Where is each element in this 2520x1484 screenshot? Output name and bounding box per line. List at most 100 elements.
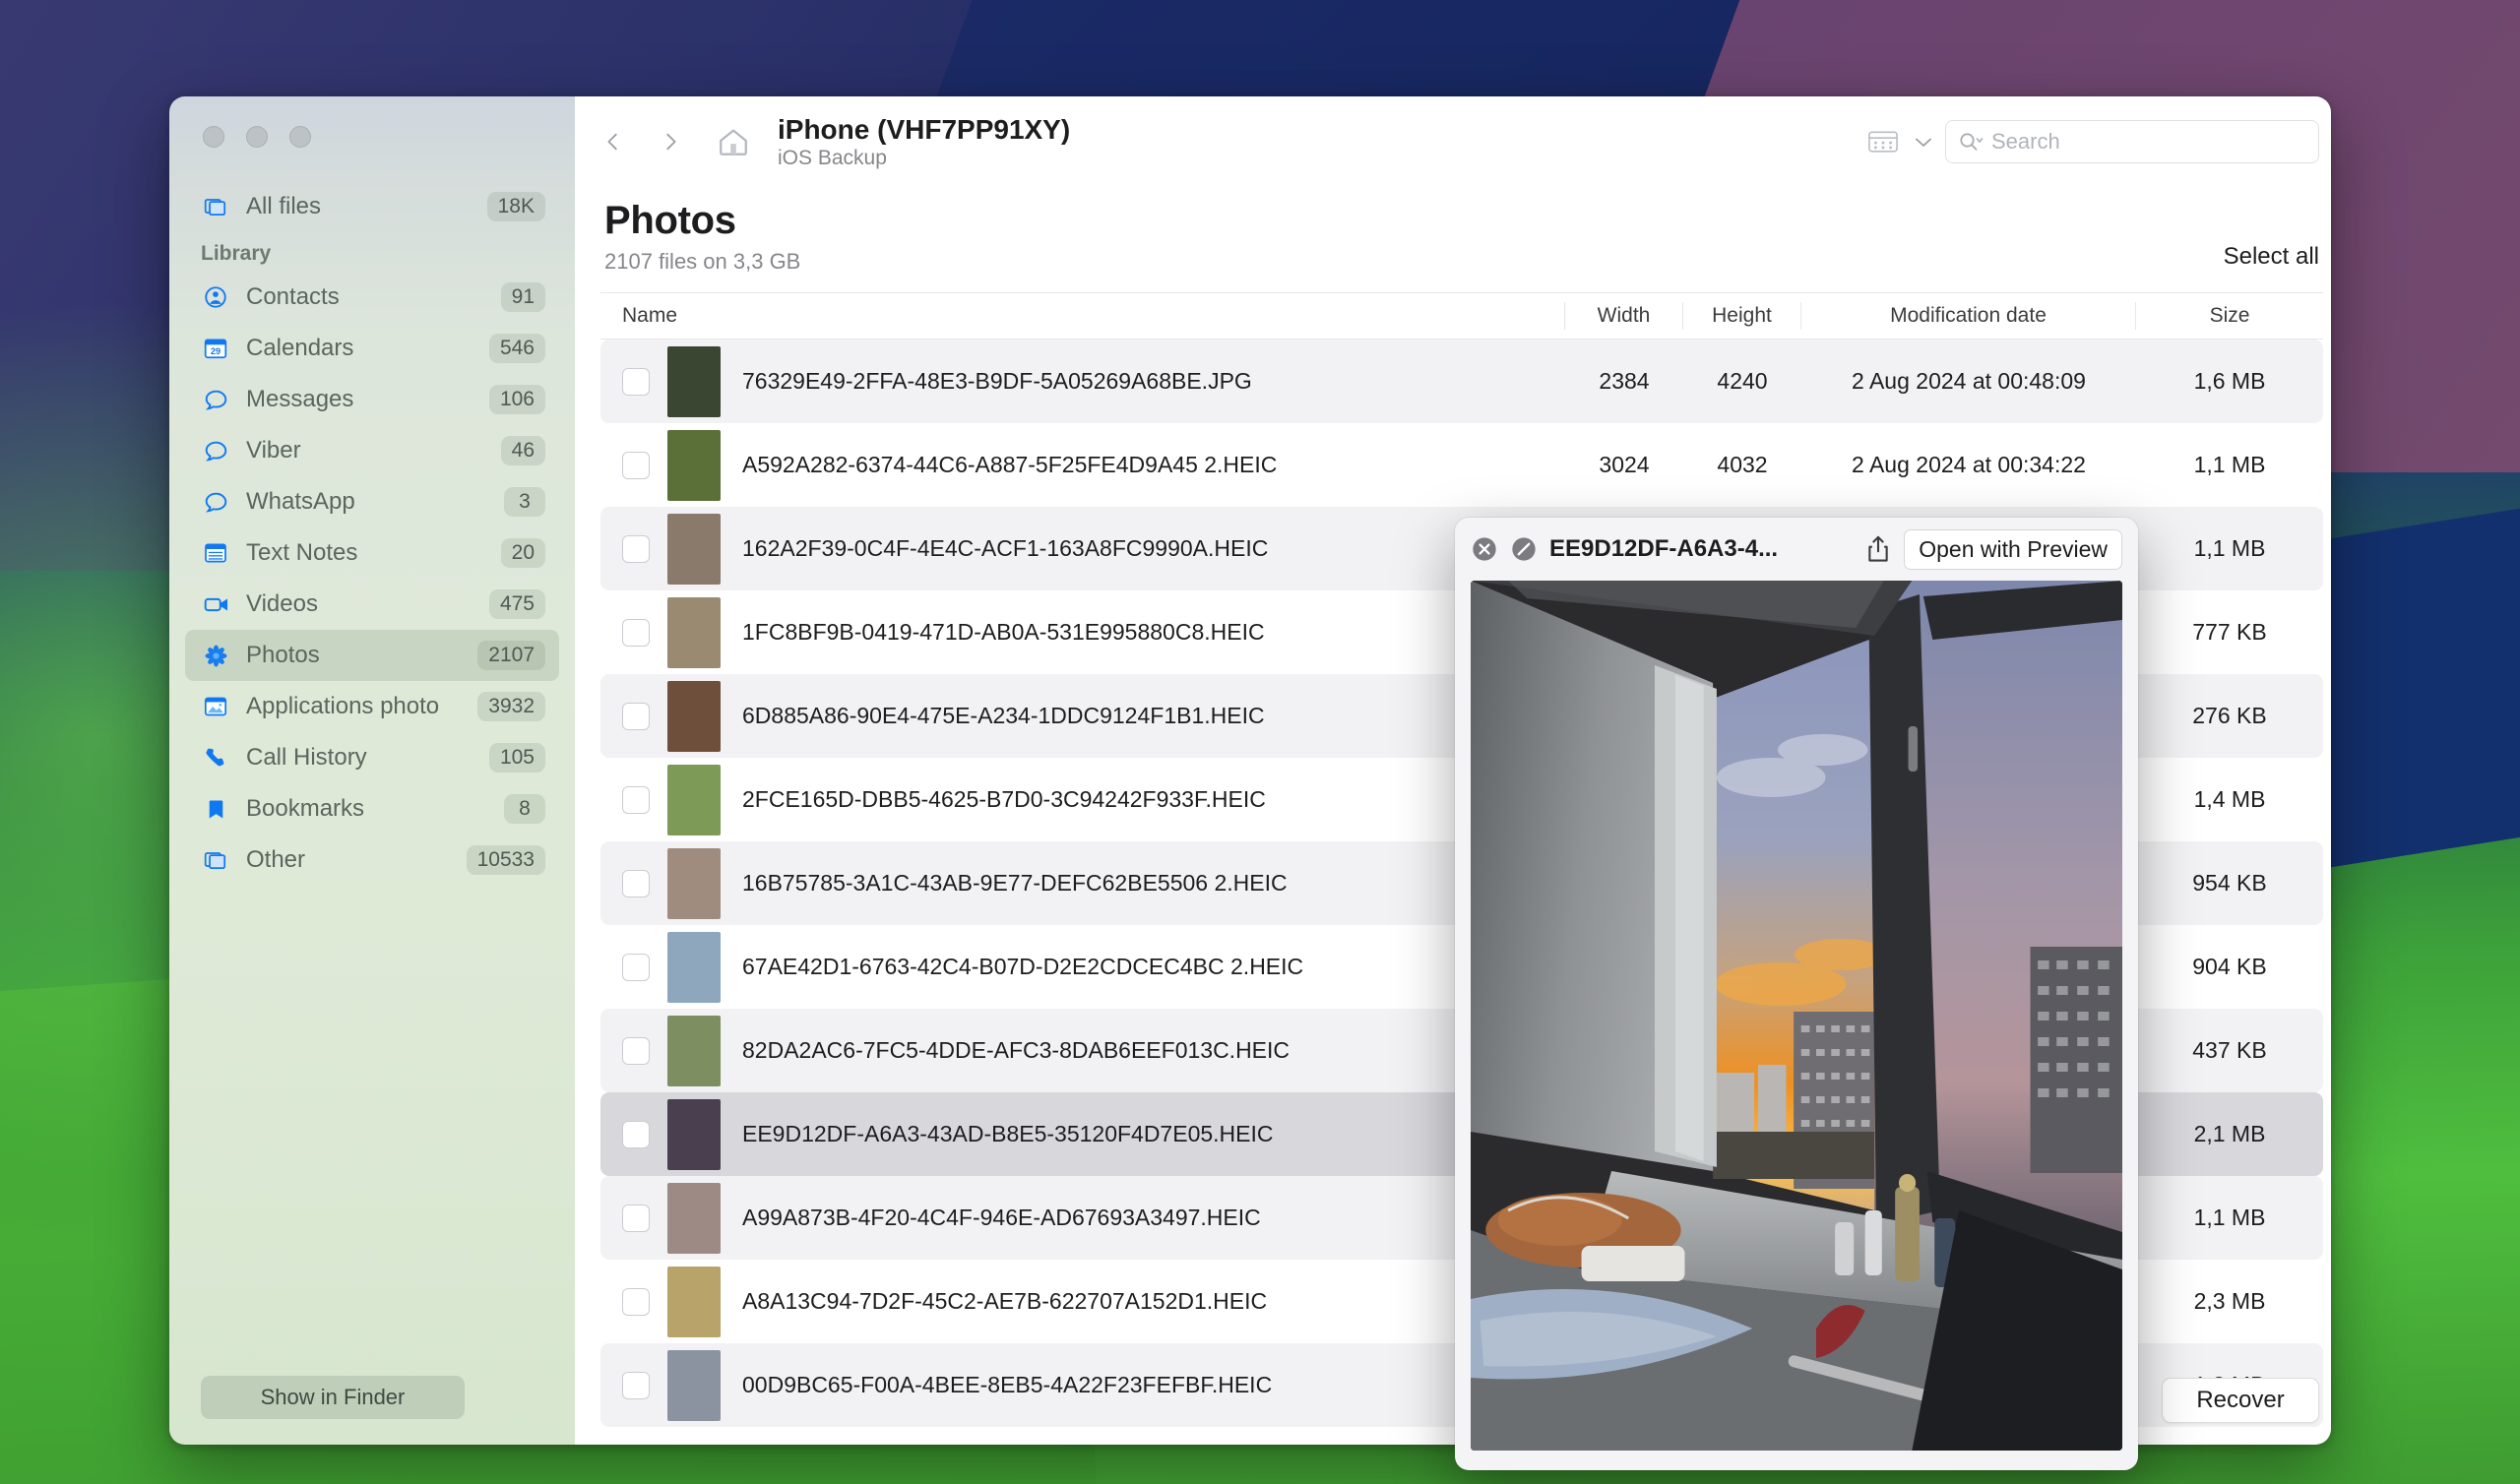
navigation-buttons (602, 131, 681, 153)
sidebar-item-count: 8 (504, 794, 545, 824)
cell-name: A8A13C94-7D2F-45C2-AE7B-622707A152D1.HEI… (600, 1266, 1565, 1337)
cell-name: 2FCE165D-DBB5-4625-B7D0-3C94242F933F.HEI… (600, 764, 1565, 835)
file-thumbnail (667, 1349, 721, 1421)
row-checkbox[interactable] (622, 1120, 650, 1148)
sidebar-item-whatsapp[interactable]: WhatsApp 3 (185, 476, 559, 527)
cell-name: 82DA2AC6-7FC5-4DDE-AFC3-8DAB6EEF013C.HEI… (600, 1015, 1565, 1086)
row-checkbox[interactable] (622, 451, 650, 479)
file-name: 00D9BC65-F00A-4BEE-8EB5-4A22F23FEFBF.HEI… (742, 1372, 1273, 1397)
row-checkbox[interactable] (622, 1287, 650, 1316)
cell-name: 00D9BC65-F00A-4BEE-8EB5-4A22F23FEFBF.HEI… (600, 1349, 1565, 1421)
sidebar-item-applications-photo[interactable]: Applications photo 3932 (185, 681, 559, 732)
video-camera-icon (201, 589, 230, 619)
app-photo-icon (201, 692, 230, 721)
sidebar-item-text-notes[interactable]: Text Notes 20 (185, 527, 559, 579)
sidebar-item-count: 105 (488, 743, 545, 773)
sidebar-item-bookmarks[interactable]: Bookmarks 8 (185, 783, 559, 835)
row-checkbox[interactable] (622, 1371, 650, 1399)
sidebar-item-photos[interactable]: Photos 2107 (185, 630, 559, 681)
sidebar-item-videos[interactable]: Videos 475 (185, 579, 559, 630)
column-header-name[interactable]: Name (600, 302, 1565, 330)
table-row[interactable]: A592A282-6374-44C6-A887-5F25FE4D9A45 2.H… (600, 423, 2323, 507)
sidebar-item-count: 20 (500, 538, 545, 568)
sidebar-item-label: WhatsApp (246, 488, 355, 515)
home-icon[interactable] (717, 125, 750, 158)
row-checkbox[interactable] (622, 367, 650, 396)
window-traffic-lights (169, 96, 575, 148)
sidebar-item-count: 3932 (477, 692, 545, 721)
cell-size: 1,1 MB (2193, 1205, 2266, 1230)
cell-height: 4032 (1717, 452, 1768, 477)
bookmark-icon (201, 794, 230, 824)
file-name: A99A873B-4F20-4C4F-946E-AD67693A3497.HEI… (742, 1205, 1261, 1230)
sidebar-item-count: 46 (500, 436, 545, 465)
row-checkbox[interactable] (622, 702, 650, 730)
file-thumbnail (667, 847, 721, 919)
cell-height: 4240 (1717, 368, 1768, 394)
zoom-window-button[interactable] (289, 126, 311, 148)
cell-name: A99A873B-4F20-4C4F-946E-AD67693A3497.HEI… (600, 1182, 1565, 1254)
row-checkbox[interactable] (622, 1036, 650, 1065)
message-bubble-icon (201, 385, 230, 414)
sidebar-item-all-files[interactable]: All files 18K (185, 181, 559, 232)
close-window-button[interactable] (203, 126, 224, 148)
file-thumbnail (667, 596, 721, 668)
row-checkbox[interactable] (622, 1204, 650, 1232)
chevron-right-icon[interactable] (660, 131, 681, 153)
device-subtitle: iOS Backup (778, 146, 887, 169)
sidebar-item-calendars[interactable]: 29 Calendars 546 (185, 323, 559, 374)
column-header-width[interactable]: Width (1565, 302, 1683, 330)
file-thumbnail (667, 680, 721, 752)
preview-titlebar: EE9D12DF-A6A3-4... Open with Preview (1455, 518, 2138, 581)
cell-name: 76329E49-2FFA-48E3-B9DF-5A05269A68BE.JPG (600, 345, 1565, 417)
row-checkbox[interactable] (622, 534, 650, 563)
sidebar-item-viber[interactable]: Viber 46 (185, 425, 559, 476)
chevron-down-icon[interactable] (1914, 136, 1931, 148)
quick-look-preview-window: EE9D12DF-A6A3-4... Open with Preview (1455, 518, 2138, 1470)
device-title: iPhone (VHF7PP91XY) (778, 113, 1071, 145)
share-icon[interactable] (1864, 534, 1892, 564)
cell-name: A592A282-6374-44C6-A887-5F25FE4D9A45 2.H… (600, 429, 1565, 501)
cell-size: 2,1 MB (2193, 1121, 2266, 1146)
sidebar-item-call-history[interactable]: Call History 105 (185, 732, 559, 783)
sidebar-item-label: Videos (246, 590, 318, 617)
sidebar-item-other[interactable]: Other 10533 (185, 835, 559, 886)
file-name: 16B75785-3A1C-43AB-9E77-DEFC62BE5506 2.H… (742, 870, 1288, 896)
row-checkbox[interactable] (622, 953, 650, 981)
chevron-left-icon[interactable] (602, 131, 624, 153)
preview-image[interactable] (1471, 581, 2122, 1451)
sidebar-item-label: Calendars (246, 335, 354, 361)
show-in-finder-button[interactable]: Show in Finder (201, 1376, 465, 1419)
column-header-modification-date[interactable]: Modification date (1801, 302, 2136, 330)
sidebar-item-messages[interactable]: Messages 106 (185, 374, 559, 425)
file-thumbnail (667, 513, 721, 585)
column-header-size[interactable]: Size (2136, 302, 2323, 330)
open-with-preview-button[interactable]: Open with Preview (1904, 528, 2122, 570)
row-checkbox[interactable] (622, 618, 650, 647)
close-circle-icon[interactable] (1471, 535, 1498, 563)
cell-size: 1,4 MB (2193, 786, 2266, 812)
column-header-height[interactable]: Height (1683, 302, 1801, 330)
preview-title: EE9D12DF-A6A3-4... (1549, 535, 1779, 562)
search-field[interactable] (1945, 120, 2319, 163)
row-checkbox[interactable] (622, 785, 650, 814)
no-entry-icon[interactable] (1510, 535, 1538, 563)
file-name: A8A13C94-7D2F-45C2-AE7B-622707A152D1.HEI… (742, 1288, 1268, 1314)
sidebar-item-label: All files (246, 193, 322, 219)
grid-view-icon[interactable] (1866, 129, 1900, 155)
contact-icon (201, 282, 230, 312)
sidebar-item-contacts[interactable]: Contacts 91 (185, 272, 559, 323)
file-name: 76329E49-2FFA-48E3-B9DF-5A05269A68BE.JPG (742, 368, 1252, 394)
select-all-button[interactable]: Select all (2224, 243, 2319, 275)
minimize-window-button[interactable] (246, 126, 268, 148)
table-row[interactable]: 76329E49-2FFA-48E3-B9DF-5A05269A68BE.JPG… (600, 340, 2323, 423)
sidebar-item-label: Viber (246, 437, 301, 464)
search-input[interactable] (1991, 129, 2306, 155)
sidebar: All files 18K Library Contacts 91 29 Calend… (169, 96, 575, 1445)
sidebar-item-label: Photos (246, 642, 320, 668)
cell-name: EE9D12DF-A6A3-43AD-B8E5-35120F4D7E05.HEI… (600, 1098, 1565, 1170)
file-thumbnail (667, 345, 721, 417)
sidebar-item-label: Other (246, 846, 306, 873)
row-checkbox[interactable] (622, 869, 650, 897)
recover-button[interactable]: Recover (2162, 1378, 2319, 1423)
